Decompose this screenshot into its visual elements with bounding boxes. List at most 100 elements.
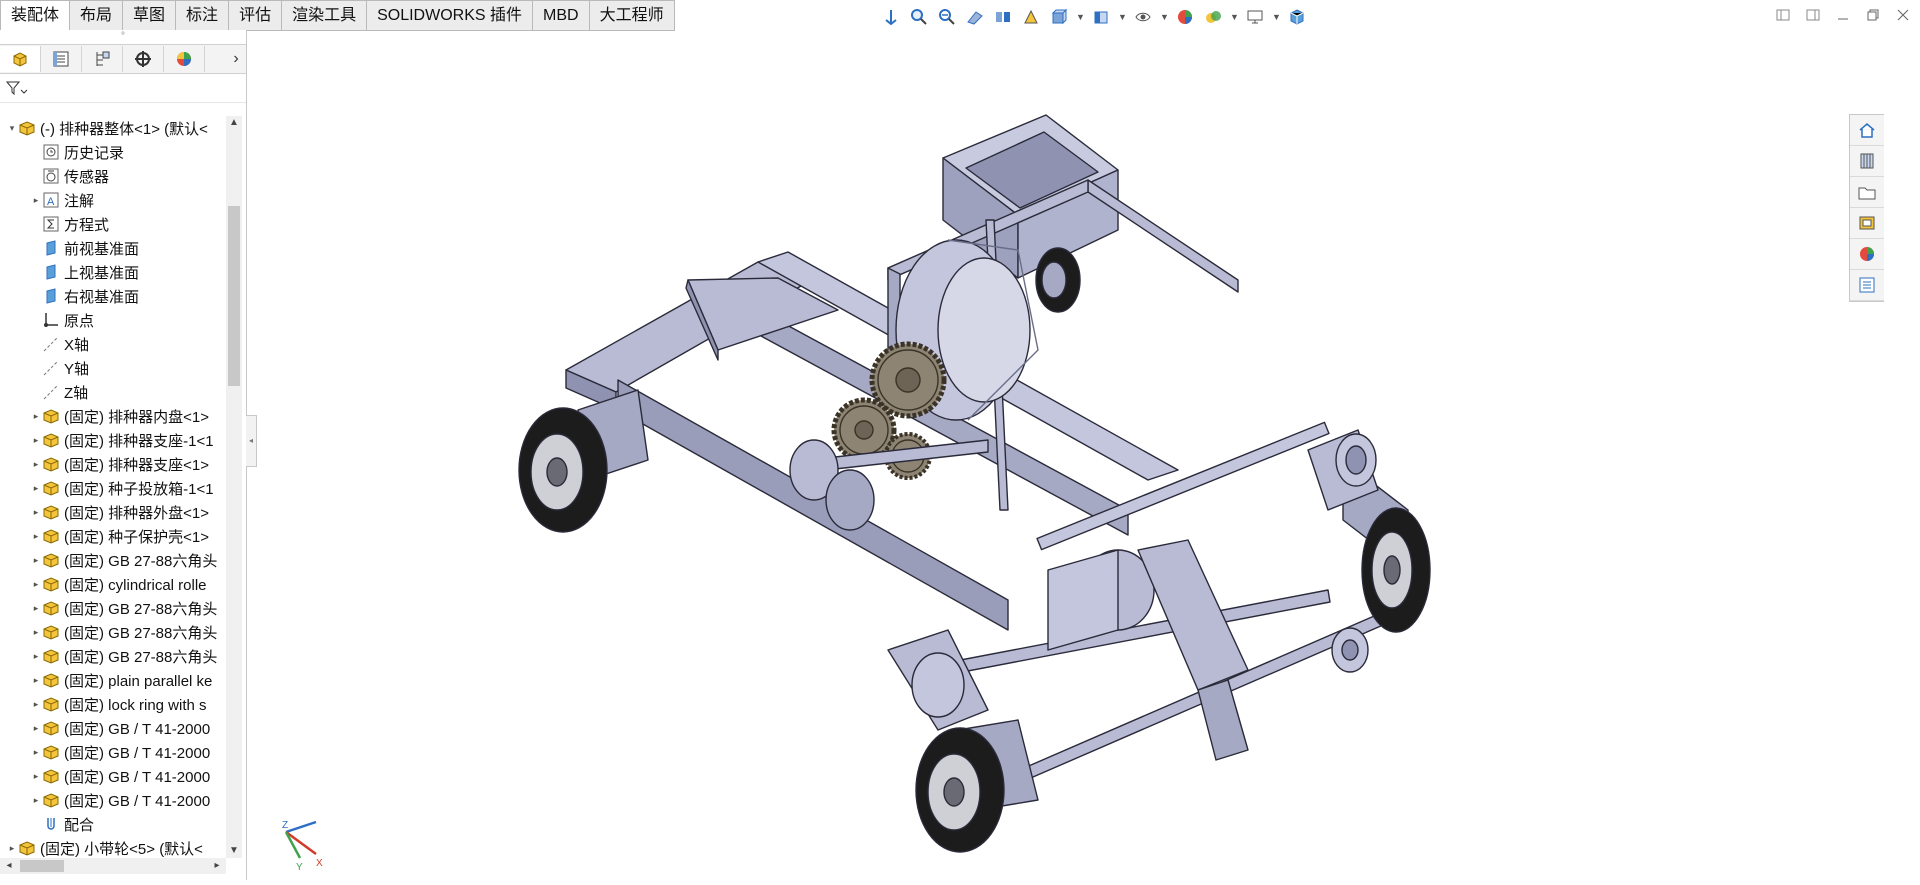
expand-toggle-icon[interactable]: ▸ xyxy=(30,435,42,446)
command-tab[interactable]: 评估 xyxy=(229,0,283,31)
configuration-manager-tab-icon[interactable] xyxy=(82,46,123,72)
chevron-down-icon[interactable]: ▼ xyxy=(1230,6,1239,28)
tree-item[interactable]: 配合 xyxy=(0,812,228,836)
tree-item[interactable]: 原点 xyxy=(0,308,228,332)
command-tab[interactable]: MBD xyxy=(533,0,590,31)
expand-toggle-icon[interactable]: ▸ xyxy=(30,555,42,566)
tree-item[interactable]: 历史记录 xyxy=(0,140,228,164)
tree-item[interactable]: ▸ (固定) GB 27-88六角头 xyxy=(0,620,228,644)
tree-item[interactable]: ▸ A 注解 xyxy=(0,188,228,212)
tree-item[interactable]: ▸ (固定) 小带轮<5> (默认< xyxy=(0,836,228,858)
command-tab[interactable]: 装配体 xyxy=(0,0,71,31)
scroll-right-icon[interactable]: ▸ xyxy=(210,858,224,874)
expand-toggle-icon[interactable]: ▸ xyxy=(30,651,42,662)
hide-show-items-icon[interactable] xyxy=(1090,6,1112,28)
expand-toggle-icon[interactable]: ▸ xyxy=(30,195,42,206)
expand-toggle-icon[interactable]: ▾ xyxy=(6,123,18,134)
chevron-down-icon[interactable]: ▼ xyxy=(1160,6,1169,28)
expand-toggle-icon[interactable]: ▸ xyxy=(30,507,42,518)
tree-item[interactable]: ▸ (固定) 排种器支座<1> xyxy=(0,452,228,476)
expand-toggle-icon[interactable]: ▸ xyxy=(30,459,42,470)
expand-toggle-icon[interactable]: ▸ xyxy=(6,843,18,854)
chevron-down-icon[interactable]: ▼ xyxy=(1118,6,1127,28)
display-manager-tab-icon[interactable] xyxy=(164,46,205,72)
scroll-left-icon[interactable]: ◂ xyxy=(2,858,16,874)
previous-view-icon[interactable] xyxy=(936,6,958,28)
tree-item[interactable]: ▸ (固定) GB / T 41-2000 xyxy=(0,788,228,812)
tree-item[interactable]: ▸ (固定) 排种器支座-1<1 xyxy=(0,428,228,452)
edit-appearance-icon[interactable] xyxy=(1132,6,1154,28)
file-explorer-icon[interactable] xyxy=(1850,177,1884,208)
design-library-icon[interactable] xyxy=(1850,146,1884,177)
tree-item[interactable]: ▸ (固定) 排种器内盘<1> xyxy=(0,404,228,428)
command-tab[interactable]: 标注 xyxy=(176,0,230,31)
tree-vertical-scrollbar[interactable]: ▲ ▼ xyxy=(226,116,242,858)
section-view-icon[interactable] xyxy=(964,6,986,28)
tree-item[interactable]: ▾ (-) 排种器整体<1> (默认< xyxy=(0,116,228,140)
dock-right-icon[interactable] xyxy=(1804,6,1822,24)
view-settings-icon[interactable] xyxy=(1202,6,1224,28)
close-icon[interactable] xyxy=(1894,6,1912,24)
panel-grip-icon[interactable]: ° xyxy=(0,30,246,44)
graphics-area[interactable]: Z X Y xyxy=(248,30,1884,880)
expand-toggle-icon[interactable]: ▸ xyxy=(30,627,42,638)
expand-toggle-icon[interactable]: ▸ xyxy=(30,699,42,710)
dock-left-icon[interactable] xyxy=(1774,6,1792,24)
tree-horizontal-scrollbar[interactable]: ◂ ▸ xyxy=(0,858,226,874)
chevron-right-icon[interactable]: › xyxy=(226,50,246,68)
tree-item[interactable]: ▸ (固定) 种子投放箱-1<1 xyxy=(0,476,228,500)
dimxpert-manager-tab-icon[interactable] xyxy=(123,46,164,72)
tree-item[interactable]: 上视基准面 xyxy=(0,260,228,284)
expand-toggle-icon[interactable]: ▸ xyxy=(30,675,42,686)
tree-item[interactable]: ▸ (固定) GB / T 41-2000 xyxy=(0,740,228,764)
expand-toggle-icon[interactable]: ▸ xyxy=(30,603,42,614)
tree-item[interactable]: ▸ (固定) plain parallel ke xyxy=(0,668,228,692)
tree-item[interactable]: Y轴 xyxy=(0,356,228,380)
expand-toggle-icon[interactable]: ▸ xyxy=(30,411,42,422)
view-cube-icon[interactable] xyxy=(1286,6,1308,28)
tree-item[interactable]: ▸ (固定) GB 27-88六角头 xyxy=(0,548,228,572)
tree-item[interactable]: 前视基准面 xyxy=(0,236,228,260)
scroll-thumb[interactable] xyxy=(20,860,64,872)
property-manager-tab-icon[interactable] xyxy=(41,46,82,72)
command-tab[interactable]: 布局 xyxy=(70,0,124,31)
appearances-icon[interactable] xyxy=(1850,239,1884,270)
filter-icon[interactable] xyxy=(6,80,28,96)
command-tab[interactable]: 草图 xyxy=(123,0,177,31)
tree-item[interactable]: ▸ (固定) 排种器外盘<1> xyxy=(0,500,228,524)
display-style-icon[interactable] xyxy=(1048,6,1070,28)
tree-item[interactable]: ▸ (固定) lock ring with s xyxy=(0,692,228,716)
tree-item[interactable]: X轴 xyxy=(0,332,228,356)
view-palette-icon[interactable] xyxy=(1850,208,1884,239)
view-orientation-icon[interactable] xyxy=(1020,6,1042,28)
scroll-down-icon[interactable]: ▼ xyxy=(226,844,242,858)
scroll-up-icon[interactable]: ▲ xyxy=(226,116,242,130)
feature-manager-tab-icon[interactable] xyxy=(0,46,41,72)
tree-item[interactable]: ▸ (固定) GB / T 41-2000 xyxy=(0,716,228,740)
tree-item[interactable]: 右视基准面 xyxy=(0,284,228,308)
zoom-to-fit-icon[interactable] xyxy=(880,6,902,28)
command-tab[interactable]: SOLIDWORKS 插件 xyxy=(367,0,534,31)
tree-item[interactable]: Z轴 xyxy=(0,380,228,404)
tree-filter[interactable] xyxy=(0,74,246,103)
monitor-icon[interactable] xyxy=(1244,6,1266,28)
chevron-down-icon[interactable]: ▼ xyxy=(1076,6,1085,28)
expand-toggle-icon[interactable]: ▸ xyxy=(30,579,42,590)
tree-item[interactable]: ▸ (固定) 种子保护壳<1> xyxy=(0,524,228,548)
command-tab[interactable]: 大工程师 xyxy=(589,0,675,31)
tree-item[interactable]: 传感器 xyxy=(0,164,228,188)
tree-item[interactable]: ▸ (固定) GB 27-88六角头 xyxy=(0,644,228,668)
tree-item[interactable]: ▸ (固定) GB 27-88六角头 xyxy=(0,596,228,620)
tree-item[interactable]: ▸ (固定) GB / T 41-2000 xyxy=(0,764,228,788)
minimize-icon[interactable] xyxy=(1834,6,1852,24)
restore-icon[interactable] xyxy=(1864,6,1882,24)
assembly-model[interactable]: Z X Y xyxy=(248,30,1884,880)
expand-toggle-icon[interactable]: ▸ xyxy=(30,747,42,758)
zoom-to-area-icon[interactable] xyxy=(908,6,930,28)
home-icon[interactable] xyxy=(1850,115,1884,146)
expand-toggle-icon[interactable]: ▸ xyxy=(30,795,42,806)
apply-scene-icon[interactable] xyxy=(1174,6,1196,28)
custom-properties-icon[interactable] xyxy=(1850,270,1884,301)
dynamic-annotation-icon[interactable] xyxy=(992,6,1014,28)
tree-item[interactable]: 方程式 xyxy=(0,212,228,236)
